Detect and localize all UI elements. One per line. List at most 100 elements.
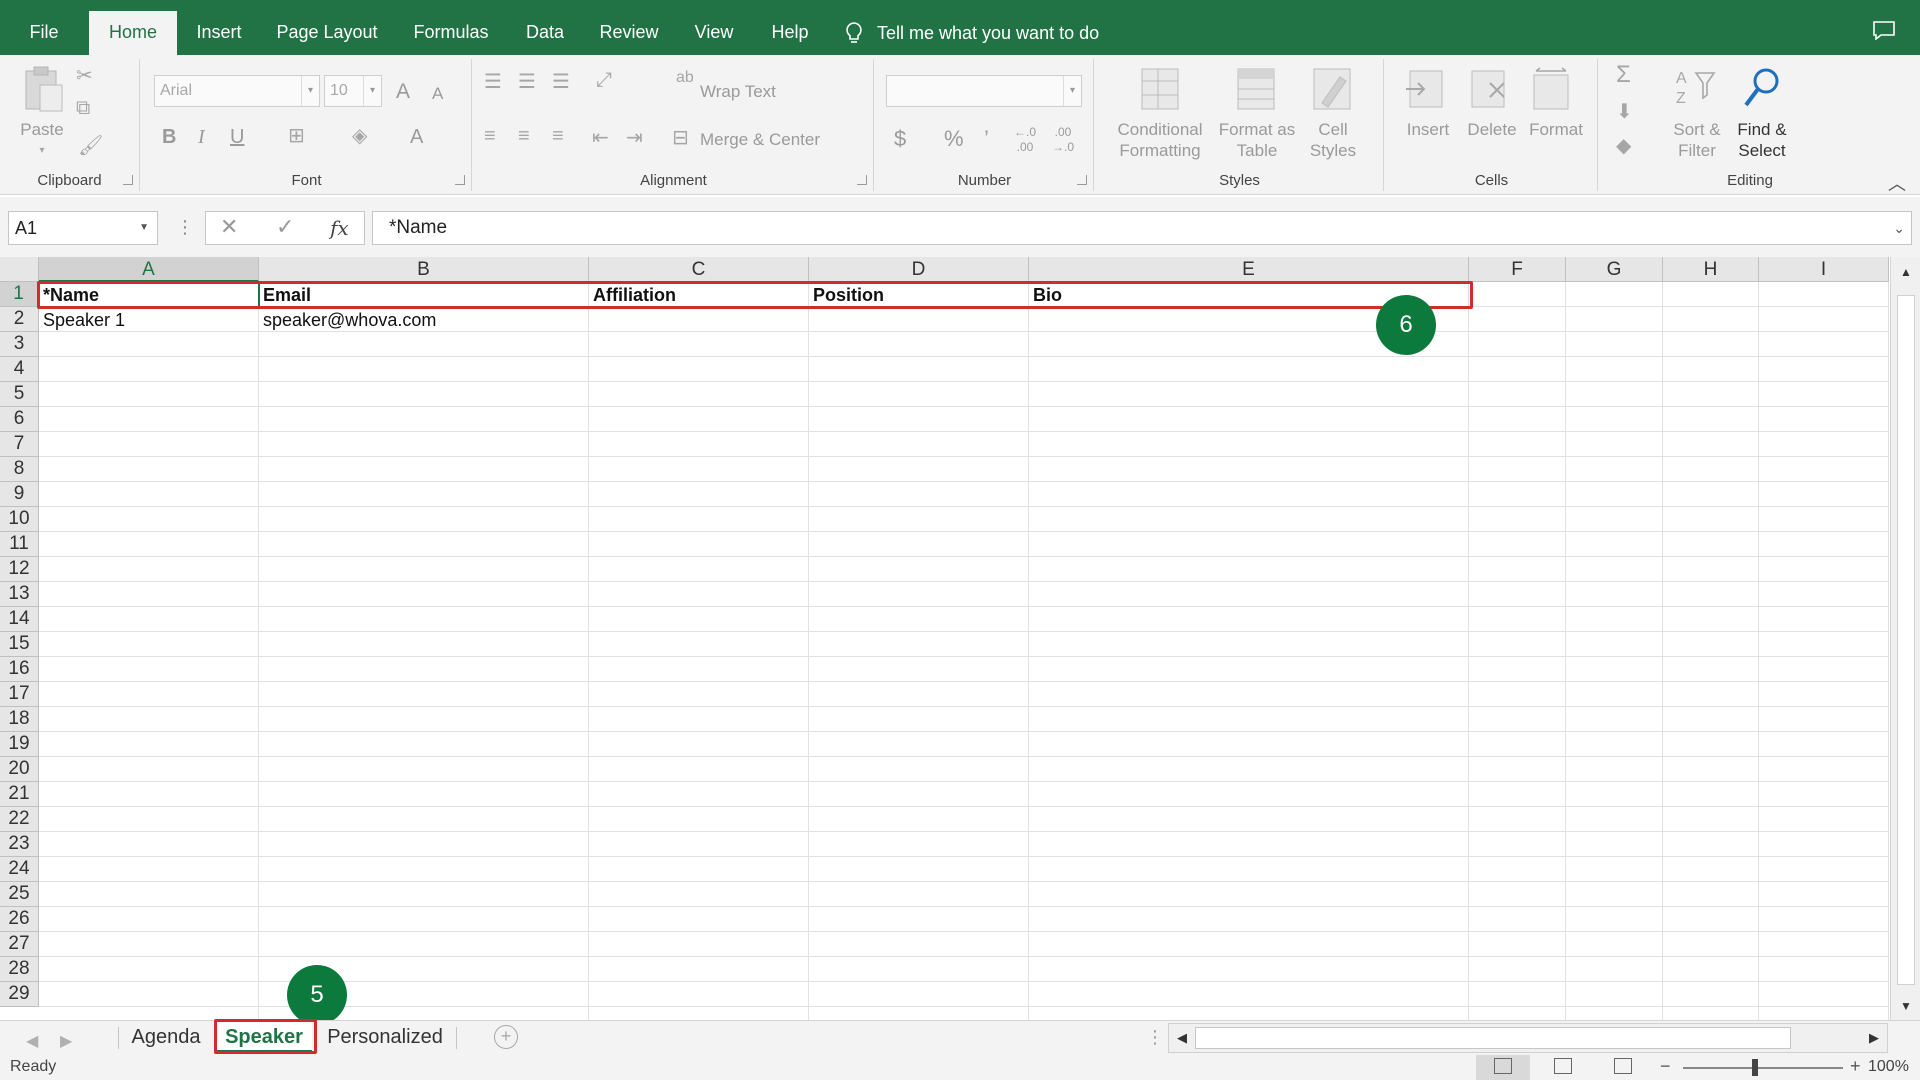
cell-a2[interactable]: Speaker 1 <box>39 308 125 332</box>
row-header-2[interactable]: 2 <box>0 307 39 332</box>
find-select-button[interactable]: Find & Select <box>1726 119 1798 162</box>
orientation-icon[interactable]: ⤢ <box>596 69 612 92</box>
middle-align-icon[interactable]: ☰ <box>518 69 536 94</box>
row-header-16[interactable]: 16 <box>0 657 39 682</box>
fill-icon[interactable]: ⬇ <box>1616 99 1633 124</box>
row-header-24[interactable]: 24 <box>0 857 39 882</box>
zoom-in-icon[interactable]: + <box>1850 1056 1861 1077</box>
select-all-corner[interactable] <box>0 257 39 282</box>
row-header-28[interactable]: 28 <box>0 957 39 982</box>
tab-file[interactable]: File <box>14 11 74 55</box>
formula-bar-splitter-icon[interactable]: ⋮ <box>176 217 194 238</box>
bold-button[interactable]: B <box>162 125 176 150</box>
page-layout-view-button[interactable] <box>1536 1055 1590 1080</box>
top-align-icon[interactable]: ☰ <box>484 69 502 94</box>
normal-view-button[interactable] <box>1476 1055 1530 1080</box>
confirm-entry-icon[interactable]: ✓ <box>276 214 294 240</box>
decrease-indent-icon[interactable]: ⇤ <box>592 125 609 150</box>
vertical-scrollbar[interactable]: ▲ ▼ <box>1890 257 1920 1020</box>
row-header-7[interactable]: 7 <box>0 432 39 457</box>
zoom-out-icon[interactable]: − <box>1660 1056 1671 1077</box>
formula-input[interactable]: *Name ⌄ <box>372 211 1912 245</box>
column-header-g[interactable]: G <box>1566 257 1663 282</box>
currency-button[interactable]: $ <box>894 125 906 153</box>
tab-home[interactable]: Home <box>89 11 177 55</box>
font-color-button[interactable]: A <box>410 125 423 150</box>
copy-icon[interactable]: ⧉ <box>76 97 90 120</box>
align-left-icon[interactable]: ≡ <box>484 125 496 148</box>
row-header-13[interactable]: 13 <box>0 582 39 607</box>
column-header-c[interactable]: C <box>589 257 809 282</box>
alignment-launcher-icon[interactable] <box>857 175 867 185</box>
clear-icon[interactable]: ◆ <box>1616 133 1631 158</box>
row-header-26[interactable]: 26 <box>0 907 39 932</box>
row-header-19[interactable]: 19 <box>0 732 39 757</box>
row-header-15[interactable]: 15 <box>0 632 39 657</box>
decrease-decimal-button[interactable]: .00 →.0 <box>1052 125 1074 155</box>
column-header-h[interactable]: H <box>1663 257 1759 282</box>
row-header-27[interactable]: 27 <box>0 932 39 957</box>
zoom-slider-track[interactable] <box>1683 1067 1843 1069</box>
increase-indent-icon[interactable]: ⇥ <box>626 125 643 150</box>
font-name-select[interactable]: Arial ▾ <box>154 75 320 107</box>
row-header-17[interactable]: 17 <box>0 682 39 707</box>
comma-button[interactable]: ’ <box>984 125 989 153</box>
row-header-29[interactable]: 29 <box>0 982 39 1007</box>
tab-insert[interactable]: Insert <box>186 11 252 55</box>
percent-button[interactable]: % <box>944 125 964 153</box>
insert-function-button[interactable]: fx <box>330 216 349 240</box>
tab-data[interactable]: Data <box>516 11 574 55</box>
tab-page-layout[interactable]: Page Layout <box>266 11 388 55</box>
page-break-view-button[interactable] <box>1596 1055 1650 1080</box>
row-header-12[interactable]: 12 <box>0 557 39 582</box>
font-size-select[interactable]: 10 ▾ <box>324 75 382 107</box>
comment-icon[interactable] <box>1872 20 1896 40</box>
row-header-3[interactable]: 3 <box>0 332 39 357</box>
tab-review[interactable]: Review <box>588 11 670 55</box>
row-header-11[interactable]: 11 <box>0 532 39 557</box>
format-painter-icon[interactable]: 🖌 <box>78 133 103 158</box>
increase-decimal-button[interactable]: ←.0 .00 <box>1014 125 1036 155</box>
italic-button[interactable]: I <box>198 125 205 150</box>
row-header-8[interactable]: 8 <box>0 457 39 482</box>
clipboard-launcher-icon[interactable] <box>123 175 133 185</box>
wrap-text-button[interactable]: Wrap Text <box>700 81 776 102</box>
row-header-5[interactable]: 5 <box>0 382 39 407</box>
row-header-9[interactable]: 9 <box>0 482 39 507</box>
cell-b2[interactable]: speaker@whova.com <box>259 308 436 332</box>
row-header-6[interactable]: 6 <box>0 407 39 432</box>
next-sheet-icon[interactable]: ▶ <box>60 1031 72 1051</box>
zoom-slider-thumb[interactable] <box>1752 1059 1758 1076</box>
tab-help[interactable]: Help <box>758 11 822 55</box>
horizontal-scrollbar[interactable]: ◀ ▶ <box>1168 1023 1888 1053</box>
align-right-icon[interactable]: ≡ <box>552 125 564 148</box>
grow-font-button[interactable]: A <box>396 79 410 105</box>
column-header-b[interactable]: B <box>259 257 589 282</box>
align-center-icon[interactable]: ≡ <box>518 125 530 148</box>
horizontal-scroll-thumb[interactable] <box>1195 1027 1791 1049</box>
cut-icon[interactable]: ✂ <box>76 63 93 88</box>
sort-filter-button[interactable]: Sort & Filter <box>1666 119 1728 162</box>
row-header-25[interactable]: 25 <box>0 882 39 907</box>
column-header-a[interactable]: A <box>39 257 259 282</box>
conditional-formatting-button[interactable]: Conditional Formatting <box>1108 119 1212 162</box>
name-box[interactable]: A1 ▼ <box>8 211 158 245</box>
tab-split-handle-icon[interactable]: ⋮ <box>1146 1027 1164 1048</box>
wrap-text-icon[interactable]: ab <box>676 69 694 87</box>
row-header-18[interactable]: 18 <box>0 707 39 732</box>
add-sheet-icon[interactable]: + <box>494 1025 518 1049</box>
borders-icon[interactable]: ⊞ <box>288 123 305 148</box>
collapse-ribbon-icon[interactable]: ︿ <box>1888 170 1906 196</box>
sheet-tab-personalized[interactable]: Personalized <box>318 1021 452 1053</box>
scroll-up-icon[interactable]: ▲ <box>1900 265 1912 279</box>
fill-color-icon[interactable]: ◈ <box>352 123 367 148</box>
shrink-font-button[interactable]: A <box>432 83 443 104</box>
row-header-21[interactable]: 21 <box>0 782 39 807</box>
row-header-1[interactable]: 1 <box>0 282 39 307</box>
column-header-f[interactable]: F <box>1469 257 1566 282</box>
tab-view[interactable]: View <box>684 11 744 55</box>
row-header-20[interactable]: 20 <box>0 757 39 782</box>
paste-dropdown-icon[interactable]: ▾ <box>22 145 62 156</box>
column-header-i[interactable]: I <box>1759 257 1889 282</box>
expand-formula-icon[interactable]: ⌄ <box>1893 212 1905 244</box>
